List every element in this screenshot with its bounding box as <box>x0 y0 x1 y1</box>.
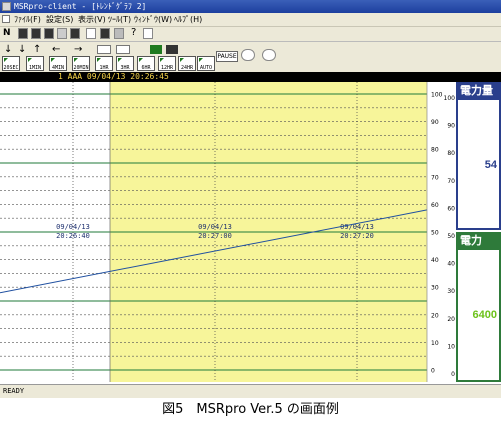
menu-bar: ﾌｧｲﾙ(F) 設定(S) 表示(V) ﾂｰﾙ(T) ｳｨﾝﾄﾞｳ(W) ﾍﾙﾌ… <box>0 13 501 27</box>
status-bar: READY <box>0 384 501 398</box>
range-3hr-button[interactable]: 3HR <box>116 56 134 71</box>
time-label-date: 09/04/13 <box>56 223 90 231</box>
toolbar-main: N ? <box>0 27 501 41</box>
scale2-tick-label: 40 <box>447 261 455 268</box>
scale1-tick-label: 80 <box>431 147 439 154</box>
time-label-time: 20:27:20 <box>340 232 374 240</box>
cursor-icon[interactable]: N <box>3 28 11 38</box>
range-6hr-button[interactable]: 6HR <box>137 56 155 71</box>
panel-power-title: 電力 <box>458 232 501 250</box>
scale1-tick-label: 70 <box>431 174 439 181</box>
panel-power[interactable]: 電力 6400 <box>456 232 501 382</box>
arrow-up-icon[interactable]: ↑ <box>33 45 41 55</box>
trend-header-text: 1 AAA 09/04/13 20:26:45 <box>58 72 169 81</box>
clock-forward-icon[interactable] <box>262 49 276 61</box>
range-20min-button[interactable]: 20MIN <box>72 56 90 71</box>
app-icon[interactable] <box>2 2 11 11</box>
scale2-tick-label: 90 <box>447 123 455 130</box>
table-icon[interactable] <box>100 28 110 39</box>
document-icon[interactable] <box>2 15 10 23</box>
layout-1-icon[interactable] <box>18 28 28 39</box>
arrow-right-icon[interactable]: → <box>74 45 82 55</box>
scale1-tick-label: 10 <box>431 340 439 347</box>
status-text: READY <box>3 387 25 395</box>
menu-tools[interactable]: ﾂｰﾙ(T) <box>108 14 131 25</box>
range-4min-button[interactable]: 4MIN <box>49 56 67 71</box>
scale2-tick-label: 10 <box>447 343 455 350</box>
help-icon[interactable]: ? <box>131 27 136 38</box>
menu-help[interactable]: ﾍﾙﾌﾟ(H) <box>174 14 202 25</box>
layout-3-icon[interactable] <box>44 28 54 39</box>
trend-chart-svg: 09/04/1320:26:4009/04/1320:27:0009/04/13… <box>0 82 456 382</box>
info-icon[interactable] <box>143 28 153 39</box>
time-label-date: 09/04/13 <box>340 223 374 231</box>
pause-button[interactable]: PAUSE <box>216 51 238 62</box>
scale1-tick-label: 0 <box>431 368 435 375</box>
title-bar: MSRpro-client - [ﾄﾚﾝﾄﾞｸﾞﾗﾌ 2] <box>0 0 501 13</box>
bar-mode-icon[interactable] <box>166 45 178 54</box>
menu-view[interactable]: 表示(V) <box>78 14 106 25</box>
clock-back-icon[interactable] <box>241 49 255 61</box>
scale2-tick-label: 80 <box>447 150 455 157</box>
panel-header-strip <box>456 72 501 82</box>
grid-icon[interactable] <box>86 28 96 39</box>
scale2-tick-label: 100 <box>444 95 456 102</box>
panel-power-value: 6400 <box>472 309 497 321</box>
print-icon[interactable] <box>114 28 124 39</box>
chart-mode-icon[interactable] <box>150 45 162 54</box>
range-1min-button[interactable]: 1MIN <box>26 56 44 71</box>
zoom-y-icon[interactable] <box>97 45 111 54</box>
scale2-tick-label: 50 <box>447 233 455 240</box>
panel-energy-title: 電力量 <box>458 82 501 100</box>
panel-energy-value: 54 <box>484 159 497 171</box>
scale1-tick-label: 60 <box>431 202 439 209</box>
range-20sec-button[interactable]: 20SEC <box>2 56 20 71</box>
menu-window[interactable]: ｳｨﾝﾄﾞｳ(W) <box>134 14 172 25</box>
scale1-tick-label: 50 <box>431 230 439 237</box>
scale1-tick-label: 30 <box>431 285 439 292</box>
layout-5-icon[interactable] <box>70 28 80 39</box>
time-label-time: 20:27:00 <box>198 232 232 240</box>
scale1-tick-label: 20 <box>431 312 439 319</box>
layout-2-icon[interactable] <box>31 28 41 39</box>
range-auto-button[interactable]: AUTO <box>197 56 215 71</box>
window-title: MSRpro-client - [ﾄﾚﾝﾄﾞｸﾞﾗﾌ 2] <box>14 2 147 11</box>
time-label-date: 09/04/13 <box>198 223 232 231</box>
arrow-down-icon[interactable]: ↓ <box>18 45 26 55</box>
scale2-tick-label: 60 <box>447 205 455 212</box>
trend-chart[interactable]: 09/04/13 20:26:40 09/04/13 20:27:00 09/04/13… <box>0 82 456 382</box>
panel-energy[interactable]: 電力量 54 <box>456 82 501 230</box>
trend-header: 1 AAA 09/04/13 20:26:45 <box>0 72 456 82</box>
range-1hr-button[interactable]: 1HR <box>95 56 113 71</box>
zoom-x-icon[interactable] <box>116 45 130 54</box>
figure-caption: 図5 MSRpro Ver.5 の画面例 <box>162 402 339 417</box>
scale1-tick-label: 100 <box>431 92 443 99</box>
layout-4-icon[interactable] <box>57 28 67 39</box>
scroll-start-icon[interactable]: ↓ <box>4 45 12 55</box>
range-12hr-button[interactable]: 12HR <box>158 56 176 71</box>
menu-settings[interactable]: 設定(S) <box>46 14 73 25</box>
menu-file[interactable]: ﾌｧｲﾙ(F) <box>14 14 41 25</box>
range-24hr-button[interactable]: 24HR <box>178 56 196 71</box>
time-label-time: 20:26:40 <box>56 232 90 240</box>
scale2-tick-label: 20 <box>447 316 455 323</box>
scale1-tick-label: 40 <box>431 257 439 264</box>
scale2-tick-label: 0 <box>451 371 455 378</box>
scale1-tick-label: 90 <box>431 119 439 126</box>
toolbar-range: ↓ ↓ ↑ ← → PAUSE 20SEC 1MIN 4MIN 20MIN 1H… <box>0 41 501 73</box>
scale2-tick-label: 70 <box>447 178 455 185</box>
arrow-left-icon[interactable]: ← <box>52 45 60 55</box>
scale2-tick-label: 30 <box>447 288 455 295</box>
